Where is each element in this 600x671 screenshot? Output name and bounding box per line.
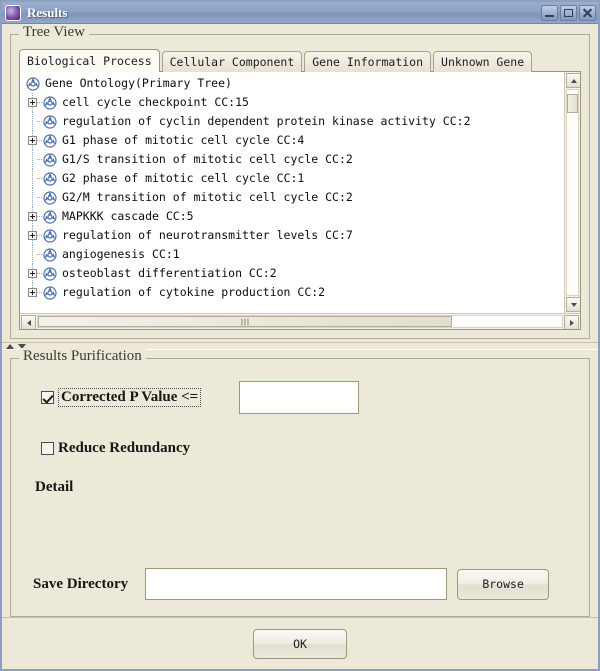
collapse-up-arrow-icon[interactable] — [6, 343, 14, 349]
scroll-right-button[interactable] — [564, 315, 579, 329]
tree-scroll-row: Gene Ontology(Primary Tree) cell cycle ch… — [20, 72, 580, 313]
gene-ontology-node-icon — [43, 266, 57, 281]
vertical-scroll-track[interactable] — [566, 89, 579, 296]
expand-toggle-icon[interactable] — [26, 264, 43, 283]
chevron-right-icon — [569, 319, 574, 326]
tree-connector-icon — [26, 169, 43, 188]
tree-area: Gene Ontology(Primary Tree) cell cycle ch… — [19, 71, 581, 330]
tree-node-label: G1 phase of mitotic cell cycle CC:4 — [62, 133, 305, 147]
save-directory-row: Save Directory Browse — [21, 568, 579, 610]
app-icon — [5, 4, 21, 21]
corrected-p-value-label: Corrected P Value <= — [58, 388, 202, 407]
gene-ontology-node-icon — [43, 95, 57, 110]
minimize-button[interactable] — [541, 4, 558, 21]
window-content: Tree View Biological Process Cellular Com… — [2, 24, 598, 669]
tree-node-label: osteoblast differentiation CC:2 — [62, 266, 277, 280]
tree-view-panel: Tree View Biological Process Cellular Com… — [10, 24, 590, 339]
gene-ontology-node-icon — [43, 247, 57, 262]
browse-button[interactable]: Browse — [457, 568, 550, 600]
tree-node-label: MAPKKK cascade CC:5 — [62, 209, 194, 223]
tree-node[interactable]: Gene Ontology(Primary Tree) — [20, 74, 564, 93]
tree-node[interactable]: G1 phase of mitotic cell cycle CC:4 — [20, 131, 564, 150]
tree-connector-icon — [26, 112, 43, 131]
tree-node-label: regulation of cytokine production CC:2 — [62, 285, 326, 299]
tree-node[interactable]: G2 phase of mitotic cell cycle CC:1 — [20, 169, 564, 188]
gene-ontology-node-icon — [43, 114, 57, 129]
tree-node[interactable]: G2/M transition of mitotic cell cycle CC… — [20, 188, 564, 207]
tree-connector-icon — [26, 188, 43, 207]
scroll-grip-icon — [241, 318, 249, 325]
tree-node-label: G1/S transition of mitotic cell cycle CC… — [62, 152, 353, 166]
expand-toggle-icon[interactable] — [26, 283, 43, 302]
results-purification-panel: Results Purification Corrected P Value <… — [10, 348, 590, 617]
tree-connector-icon — [26, 150, 43, 169]
close-button[interactable] — [579, 4, 596, 21]
expand-toggle-icon[interactable] — [26, 226, 43, 245]
tab-unknown-gene[interactable]: Unknown Gene — [433, 51, 533, 72]
gene-ontology-node-icon — [43, 209, 57, 224]
gene-ontology-node-icon — [43, 133, 57, 148]
tree-view-legend: Tree View — [19, 24, 90, 41]
tree-node[interactable]: regulation of cytokine production CC:2 — [20, 283, 564, 302]
expand-toggle-icon[interactable] — [26, 131, 43, 150]
tree-node[interactable]: osteoblast differentiation CC:2 — [20, 264, 564, 283]
gene-ontology-node-icon — [43, 171, 57, 186]
tree-vertical-scrollbar[interactable] — [564, 72, 580, 313]
chevron-up-icon — [570, 78, 577, 83]
corrected-p-value-checkbox[interactable] — [41, 391, 54, 404]
tab-strip: Biological Process Cellular Component Gene… — [19, 49, 581, 72]
tree-node-label: angiogenesis CC:1 — [62, 247, 180, 261]
results-purification-legend: Results Purification — [19, 348, 146, 365]
scroll-down-button[interactable] — [566, 297, 580, 312]
tree-node-label: Gene Ontology(Primary Tree) — [45, 76, 232, 90]
tree-node[interactable]: angiogenesis CC:1 — [20, 245, 564, 264]
gene-ontology-node-icon — [43, 285, 57, 300]
tree-connector-icon — [26, 245, 43, 264]
gene-ontology-node-icon — [43, 228, 57, 243]
tree-node-label: regulation of cyclin dependent protein k… — [62, 114, 471, 128]
chevron-left-icon — [26, 319, 31, 326]
reduce-redundancy-checkbox[interactable] — [41, 442, 54, 455]
reduce-redundancy-label: Reduce Redundancy — [58, 440, 191, 456]
tree-node-label: G2/M transition of mitotic cell cycle CC… — [62, 190, 353, 204]
horizontal-scroll-thumb[interactable] — [38, 316, 452, 327]
tab-cellular-component[interactable]: Cellular Component — [161, 51, 303, 72]
gene-ontology-node-icon — [43, 190, 57, 205]
detail-label: Detail — [35, 479, 74, 495]
tab-gene-information[interactable]: Gene Information — [304, 51, 432, 72]
title-bar[interactable]: Results — [2, 2, 598, 24]
gene-ontology-node-icon — [26, 76, 40, 91]
tab-biological-process[interactable]: Biological Process — [19, 49, 160, 72]
scroll-left-button[interactable] — [21, 315, 36, 329]
tree-node[interactable]: MAPKKK cascade CC:5 — [20, 207, 564, 226]
tree-horizontal-scrollbar[interactable] — [20, 313, 580, 329]
reduce-redundancy-row: Reduce Redundancy — [41, 440, 579, 457]
ok-button[interactable]: OK — [253, 628, 347, 659]
results-window: Results Tree View Biological Process Cell… — [0, 0, 600, 671]
dialog-footer: OK — [2, 617, 598, 669]
tree-node[interactable]: regulation of cyclin dependent protein k… — [20, 112, 564, 131]
tree-node[interactable]: G1/S transition of mitotic cell cycle CC… — [20, 150, 564, 169]
maximize-button[interactable] — [560, 4, 577, 21]
expand-toggle-icon[interactable] — [26, 207, 43, 226]
save-directory-label: Save Directory — [33, 575, 129, 592]
tree-node[interactable]: cell cycle checkpoint CC:15 — [20, 93, 564, 112]
expand-toggle-icon[interactable] — [26, 93, 43, 112]
window-title: Results — [27, 4, 68, 20]
gene-ontology-node-icon — [43, 152, 57, 167]
detail-row: Detail — [35, 479, 579, 496]
tree-node-label: regulation of neurotransmitter levels CC… — [62, 228, 353, 242]
vertical-scroll-thumb[interactable] — [567, 94, 578, 113]
tree-node-label: cell cycle checkpoint CC:15 — [62, 95, 249, 109]
tree-node[interactable]: regulation of neurotransmitter levels CC… — [20, 226, 564, 245]
save-directory-input[interactable] — [145, 568, 448, 600]
tree-node-label: G2 phase of mitotic cell cycle CC:1 — [62, 171, 305, 185]
corrected-p-value-row: Corrected P Value <= — [41, 381, 579, 414]
horizontal-scroll-track[interactable] — [37, 315, 563, 328]
scroll-up-button[interactable] — [566, 73, 580, 88]
chevron-down-icon — [570, 302, 577, 307]
tree-node-list[interactable]: Gene Ontology(Primary Tree) cell cycle ch… — [20, 72, 564, 313]
corrected-p-value-input[interactable] — [239, 381, 360, 414]
